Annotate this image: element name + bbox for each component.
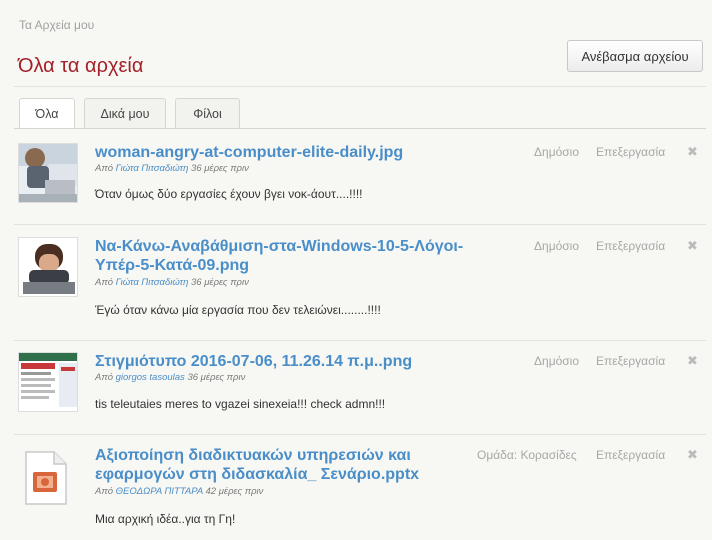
- file-meta: Από giorgos tasoulas 36 μέρες πριν: [95, 372, 246, 383]
- privacy-label: Δημόσιο: [534, 354, 580, 368]
- file-meta: Από Γιώτα Πιτσαδιώτη 36 μέρες πριν: [95, 277, 249, 288]
- delete-icon[interactable]: ✖: [687, 144, 698, 160]
- pptx-file-icon[interactable]: [24, 450, 68, 506]
- author-link[interactable]: Γιώτα Πιτσαδιώτη: [116, 277, 189, 288]
- item-divider: [14, 340, 706, 341]
- delete-icon[interactable]: ✖: [687, 447, 698, 463]
- item-divider: [14, 224, 706, 225]
- file-item: Στιγμιότυπο 2016-07-06, 11.26.14 π.μ..pn…: [14, 352, 706, 422]
- privacy-label: Δημόσιο: [534, 145, 580, 159]
- author-link[interactable]: ΘΕΟΔΩΡΑ ΠΙΤΤΑΡΑ: [116, 486, 203, 497]
- screenshot-thumbnail[interactable]: [18, 352, 78, 412]
- group-privacy-label: Ομάδα: Κορασίδες: [477, 448, 577, 462]
- file-description: Έγώ όταν κάνω μία εργασία που δεν τελειώ…: [95, 303, 381, 317]
- upload-file-button[interactable]: Ανέβασμα αρχείου: [567, 40, 703, 72]
- edit-link[interactable]: Επεξεργασία: [596, 448, 665, 462]
- file-title[interactable]: Στιγμιότυπο 2016-07-06, 11.26.14 π.μ..pn…: [95, 352, 412, 371]
- file-meta: Από Γιώτα Πιτσαδιώτη 36 μέρες πριν: [95, 163, 249, 174]
- author-link[interactable]: giorgos tasoulas: [116, 372, 185, 383]
- edit-link[interactable]: Επεξεργασία: [596, 239, 665, 253]
- file-description: tis teleutaies meres to vgazei sinexeia!…: [95, 397, 386, 411]
- delete-icon[interactable]: ✖: [687, 238, 698, 254]
- edit-link[interactable]: Επεξεργασία: [596, 354, 665, 368]
- tab-friends[interactable]: Φίλοι: [175, 98, 240, 128]
- photo-thumbnail[interactable]: [18, 143, 78, 203]
- file-item: Αξιοποίηση διαδικτυακών υπηρεσιών και εφα…: [14, 446, 706, 536]
- file-description: Όταν όμως δύο εργασίες έχουν βγει νοκ-άο…: [95, 187, 363, 201]
- breadcrumb[interactable]: Τα Αρχεία μου: [19, 18, 94, 32]
- file-title[interactable]: Να-Κάνω-Αναβάθμιση-στα-Windows-10-5-Λόγο…: [95, 237, 463, 275]
- privacy-label: Δημόσιο: [534, 239, 580, 253]
- author-link[interactable]: Γιώτα Πιτσαδιώτη: [116, 163, 189, 174]
- file-item: Να-Κάνω-Αναβάθμιση-στα-Windows-10-5-Λόγο…: [14, 237, 706, 337]
- file-item: woman-angry-at-computer-elite-daily.jpg …: [14, 143, 706, 213]
- header-divider: [14, 86, 706, 87]
- file-title[interactable]: Αξιοποίηση διαδικτυακών υπηρεσιών και εφα…: [95, 446, 419, 484]
- page-title: Όλα τα αρχεία: [18, 55, 144, 77]
- tab-mine[interactable]: Δικά μου: [84, 98, 166, 128]
- tabs-divider: [14, 128, 706, 129]
- item-divider: [14, 434, 706, 435]
- file-description: Μια αρχική ιδέα..για τη Γη!: [95, 512, 236, 526]
- delete-icon[interactable]: ✖: [687, 353, 698, 369]
- tab-all[interactable]: Όλα: [19, 98, 75, 128]
- edit-link[interactable]: Επεξεργασία: [596, 145, 665, 159]
- file-meta: Από ΘΕΟΔΩΡΑ ΠΙΤΤΑΡΑ 42 μέρες πριν: [95, 486, 264, 497]
- photo-thumbnail[interactable]: [18, 237, 78, 297]
- file-title[interactable]: woman-angry-at-computer-elite-daily.jpg: [95, 143, 403, 162]
